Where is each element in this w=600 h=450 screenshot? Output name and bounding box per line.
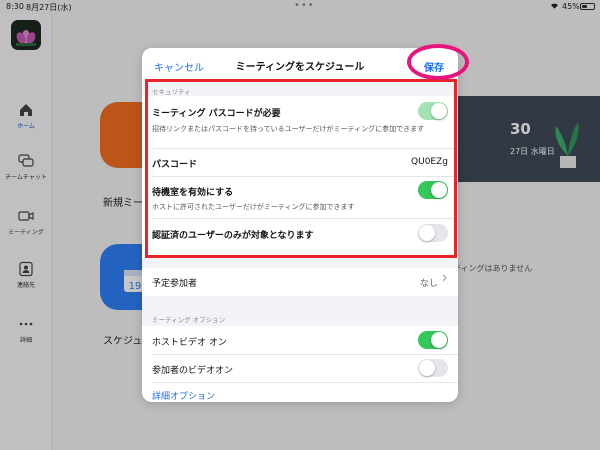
save-highlight-circle bbox=[407, 44, 469, 80]
advanced-options-link[interactable]: 詳細オプション bbox=[152, 389, 215, 402]
attendees-title: 予定参加者 bbox=[152, 279, 198, 289]
meeting-options-group: ホストビデオ オン 参加者のビデオオン 詳細オプション bbox=[142, 326, 458, 402]
participant-video-toggle[interactable] bbox=[418, 359, 448, 377]
meeting-options-section-label: ミーティング オプション bbox=[152, 316, 226, 324]
attendees-row[interactable]: 予定参加者 なし bbox=[142, 268, 458, 296]
chevron-right-icon bbox=[442, 274, 447, 282]
security-highlight-box bbox=[145, 79, 457, 258]
participant-video-title: 参加者のビデオオン bbox=[152, 366, 234, 376]
attendees-value: なし bbox=[419, 279, 438, 289]
host-video-toggle[interactable] bbox=[418, 331, 448, 349]
host-video-title: ホストビデオ オン bbox=[152, 338, 227, 348]
